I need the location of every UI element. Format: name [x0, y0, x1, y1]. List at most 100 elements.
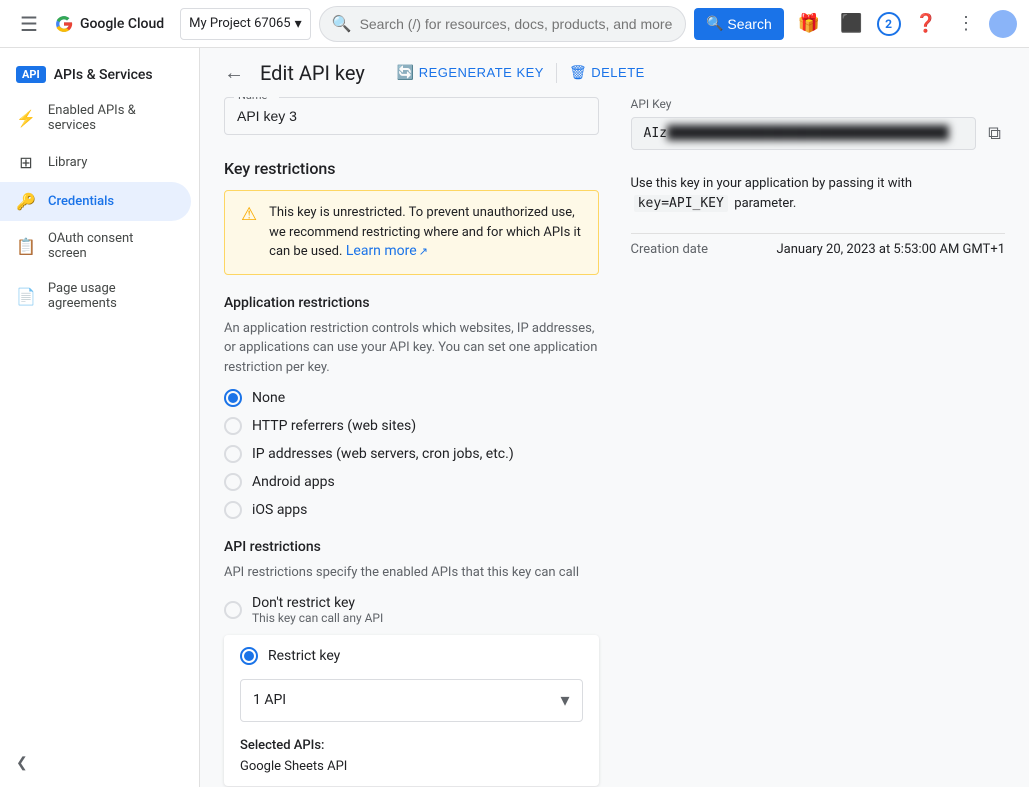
radio-http[interactable]: HTTP referrers (web sites) [224, 417, 599, 435]
more-options-icon[interactable]: ⋮ [951, 7, 981, 40]
regenerate-key-button[interactable]: 🔄 REGENERATE KEY [397, 64, 544, 81]
sidebar-item-enabled[interactable]: ⚡ Enabled APIs & services [0, 93, 191, 143]
radio-dont-restrict[interactable]: Don't restrict key This key can call any… [224, 595, 599, 625]
name-field-group: Name * [224, 97, 599, 135]
page-title: Edit API key [260, 61, 365, 85]
dropdown-label: 1 API [253, 692, 286, 708]
restrict-key-panel: Restrict key 1 API ▾ Selected APIs: Goog… [224, 635, 599, 786]
main-layout: API APIs & Services ⚡ Enabled APIs & ser… [0, 48, 1029, 787]
dropdown-arrow-icon: ▾ [560, 690, 569, 711]
key-param-code: key=API_KEY [634, 195, 728, 212]
collapse-icon: ❮ [16, 755, 28, 771]
radio-http-circle [224, 417, 242, 435]
api-key-row: AIz████████████████████████████████████ … [631, 117, 1006, 150]
creation-date-value: January 20, 2023 at 5:53:00 AM GMT+1 [776, 242, 1005, 257]
google-cloud-text: Google Cloud [80, 16, 164, 32]
sidebar-title: APIs & Services [54, 67, 153, 83]
gift-icon[interactable]: 🎁 [792, 7, 826, 40]
name-field-label: Name * [234, 97, 279, 102]
radio-android[interactable]: Android apps [224, 473, 599, 491]
hamburger-icon[interactable]: ☰ [12, 4, 46, 44]
api-restrictions-desc: API restrictions specify the enabled API… [224, 563, 599, 583]
api-restrictions-radio-group: Don't restrict key This key can call any… [224, 595, 599, 786]
radio-dont-restrict-circle [224, 601, 242, 619]
sidebar-item-label: OAuth consent screen [48, 231, 175, 261]
app-restrictions-desc: An application restriction controls whic… [224, 319, 599, 378]
radio-android-label: Android apps [252, 474, 335, 490]
radio-ip[interactable]: IP addresses (web servers, cron jobs, et… [224, 445, 599, 463]
sidebar-item-label: Credentials [48, 194, 114, 209]
regen-icon: 🔄 [397, 64, 415, 81]
copy-api-key-button[interactable]: ⧉ [984, 119, 1005, 148]
warning-icon: ⚠ [241, 204, 257, 262]
radio-ios[interactable]: iOS apps [224, 501, 599, 519]
sidebar-item-label: Enabled APIs & services [48, 103, 175, 133]
name-input[interactable] [224, 97, 599, 135]
user-avatar[interactable] [989, 10, 1017, 38]
app-restrictions-radio-group: None HTTP referrers (web sites) IP addre… [224, 389, 599, 519]
dont-restrict-hint: This key can call any API [252, 611, 383, 625]
search-icon: 🔍 [706, 15, 723, 32]
radio-restrict-label: Restrict key [268, 648, 340, 664]
notification-badge[interactable]: 2 [877, 12, 901, 36]
radio-ip-label: IP addresses (web servers, cron jobs, et… [252, 446, 514, 462]
left-column: Name * Key restrictions ⚠ This key is un… [224, 97, 599, 787]
google-cloud-logo: Google Cloud [54, 14, 164, 34]
selected-apis-section: Selected APIs: Google Sheets API [240, 738, 583, 774]
content-area: Name * Key restrictions ⚠ This key is un… [200, 97, 1029, 787]
api-key-label: API Key [631, 97, 1006, 111]
app-restrictions-title: Application restrictions [224, 295, 599, 311]
right-column: API Key AIz█████████████████████████████… [631, 97, 1006, 787]
project-dropdown-icon: ▾ [295, 16, 302, 32]
radio-restrict-circle [240, 647, 258, 665]
warning-content: This key is unrestricted. To prevent una… [269, 203, 581, 262]
enabled-icon: ⚡ [16, 109, 36, 128]
warning-box: ⚠ This key is unrestricted. To prevent u… [224, 190, 599, 275]
radio-none[interactable]: None [224, 389, 599, 407]
sidebar-header: API APIs & Services [0, 56, 199, 93]
nav-left: ☰ Google Cloud My Project 67065 ▾ [12, 4, 311, 44]
sidebar-item-credentials[interactable]: 🔑 Credentials [0, 182, 191, 221]
radio-restrict[interactable]: Restrict key [240, 647, 583, 665]
search-button[interactable]: 🔍 Search [694, 8, 784, 40]
sidebar-item-library[interactable]: ⊞ Library [0, 143, 191, 182]
main-content: ← Edit API key 🔄 REGENERATE KEY 🗑 DELETE [200, 48, 1029, 787]
search-bar-icon: 🔍 [332, 14, 352, 33]
terminal-icon[interactable]: ⬛ [834, 7, 868, 40]
search-bar: 🔍 [319, 6, 686, 42]
two-column-layout: Name * Key restrictions ⚠ This key is un… [200, 97, 1029, 787]
help-icon[interactable]: ❓ [909, 7, 943, 40]
sidebar: API APIs & Services ⚡ Enabled APIs & ser… [0, 48, 200, 787]
sidebar-item-label: Page usage agreements [48, 281, 175, 311]
content-header: ← Edit API key 🔄 REGENERATE KEY 🗑 DELETE [200, 48, 1029, 97]
sidebar-item-label: Library [48, 155, 87, 170]
sidebar-item-oauth[interactable]: 📋 OAuth consent screen [0, 221, 191, 271]
api-restrictions-title: API restrictions [224, 539, 599, 555]
top-navigation: ☰ Google Cloud My Project 67065 ▾ 🔍 🔍 Se… [0, 0, 1029, 48]
back-button[interactable]: ← [224, 60, 244, 85]
google-logo-icon [54, 14, 74, 34]
project-selector[interactable]: My Project 67065 ▾ [180, 8, 310, 40]
delete-key-button[interactable]: 🗑 DELETE [569, 64, 645, 81]
external-link-icon: ↗ [419, 245, 428, 258]
project-name: My Project 67065 [189, 16, 290, 31]
library-icon: ⊞ [16, 153, 36, 172]
usage-hint: Use this key in your application by pass… [631, 174, 1006, 213]
learn-more-link[interactable]: Learn more [346, 243, 417, 259]
radio-none-label: None [252, 390, 285, 406]
creation-date-label: Creation date [631, 242, 709, 257]
search-input[interactable] [360, 16, 673, 32]
radio-ip-circle [224, 445, 242, 463]
page-usage-icon: 📄 [16, 287, 36, 306]
creation-date-row: Creation date January 20, 2023 at 5:53:0… [631, 233, 1006, 265]
key-restrictions-title: Key restrictions [224, 159, 599, 178]
selected-apis-label: Selected APIs: [240, 738, 583, 753]
radio-http-label: HTTP referrers (web sites) [252, 418, 416, 434]
api-dropdown[interactable]: 1 API ▾ [240, 679, 583, 722]
credentials-icon: 🔑 [16, 192, 36, 211]
radio-ios-label: iOS apps [252, 502, 307, 518]
api-logo: API [16, 66, 46, 83]
collapse-sidebar-btn[interactable]: ❮ [16, 755, 28, 771]
sidebar-item-page-usage[interactable]: 📄 Page usage agreements [0, 271, 191, 321]
dont-restrict-label: Don't restrict key [252, 595, 383, 611]
